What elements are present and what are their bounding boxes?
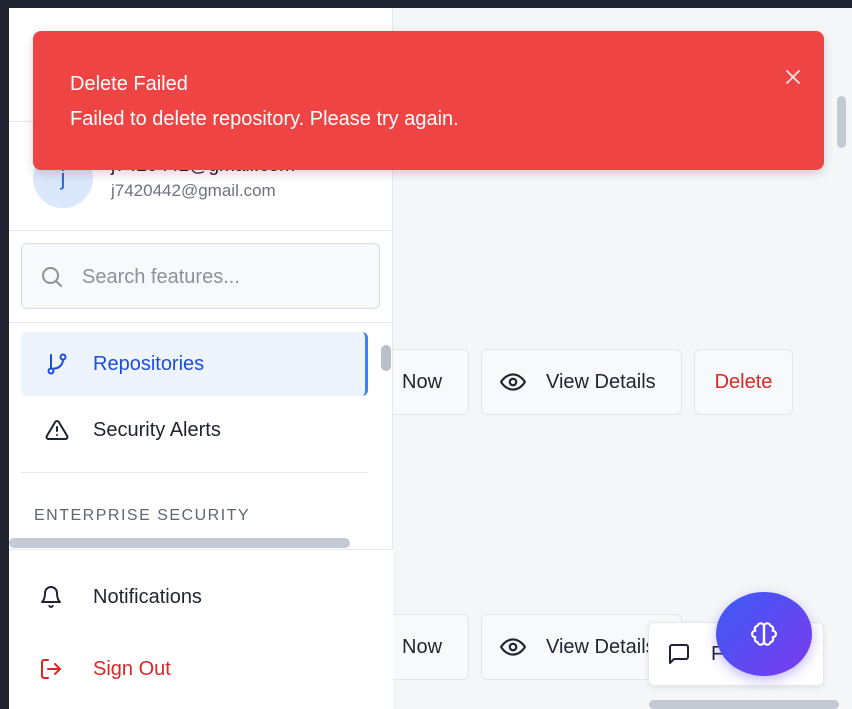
search-icon [42, 267, 62, 287]
toast-message: Failed to delete repository. Please try … [70, 108, 459, 130]
sidebar-nav: Repositories Security Alerts ENTERPRISE … [9, 322, 393, 548]
app-window: Now View Details Delete Now View Details… [9, 8, 852, 709]
search-input[interactable] [82, 258, 362, 296]
sidebar-item-label: Repositories [93, 352, 205, 375]
scan-now-button[interactable]: Now [387, 349, 469, 415]
close-icon[interactable] [784, 68, 802, 86]
bell-icon [21, 585, 81, 609]
nav-divider [21, 472, 368, 473]
sidebar-item-notifications[interactable]: Notifications [9, 565, 393, 629]
main-horizontal-scrollbar[interactable] [649, 700, 839, 709]
search-box [21, 243, 380, 309]
brain-icon [751, 622, 777, 646]
section-header-enterprise-security: ENTERPRISE SECURITY [34, 507, 251, 524]
ai-assistant-button[interactable] [716, 592, 812, 676]
view-details-button[interactable]: View Details [481, 349, 682, 415]
eye-icon [500, 373, 526, 391]
sidebar-footer: Notifications Sign Out [9, 549, 393, 709]
toast-title: Delete Failed [70, 73, 188, 95]
view-details-label: View Details [546, 635, 656, 658]
sidebar-item-label: Sign Out [93, 657, 171, 680]
sign-out-button[interactable]: Sign Out [9, 637, 393, 701]
sidebar-item-label: Security Alerts [93, 418, 221, 441]
message-square-icon [669, 644, 689, 664]
delete-label: Delete [714, 370, 773, 393]
delete-repo-button[interactable]: Delete [694, 349, 793, 415]
scan-now-label: Now [402, 635, 443, 658]
user-email: j7420442@gmail.com [111, 181, 276, 200]
log-out-icon [21, 657, 81, 681]
scan-now-label: Now [402, 370, 443, 393]
git-branch-icon [27, 352, 87, 376]
error-toast: Delete Failed Failed to delete repositor… [33, 31, 824, 170]
main-vertical-scrollbar[interactable] [837, 96, 846, 148]
scan-now-button[interactable]: Now [387, 614, 469, 680]
sidebar-horizontal-scrollbar[interactable] [9, 538, 350, 548]
sidebar-item-security-alerts[interactable]: Security Alerts [21, 398, 368, 462]
view-details-label: View Details [546, 370, 656, 393]
sidebar-item-repositories[interactable]: Repositories [21, 332, 368, 396]
sidebar-vertical-scrollbar[interactable] [381, 345, 391, 371]
sidebar-item-label: Notifications [93, 585, 202, 608]
eye-icon [500, 638, 526, 656]
alert-triangle-icon [27, 418, 87, 442]
